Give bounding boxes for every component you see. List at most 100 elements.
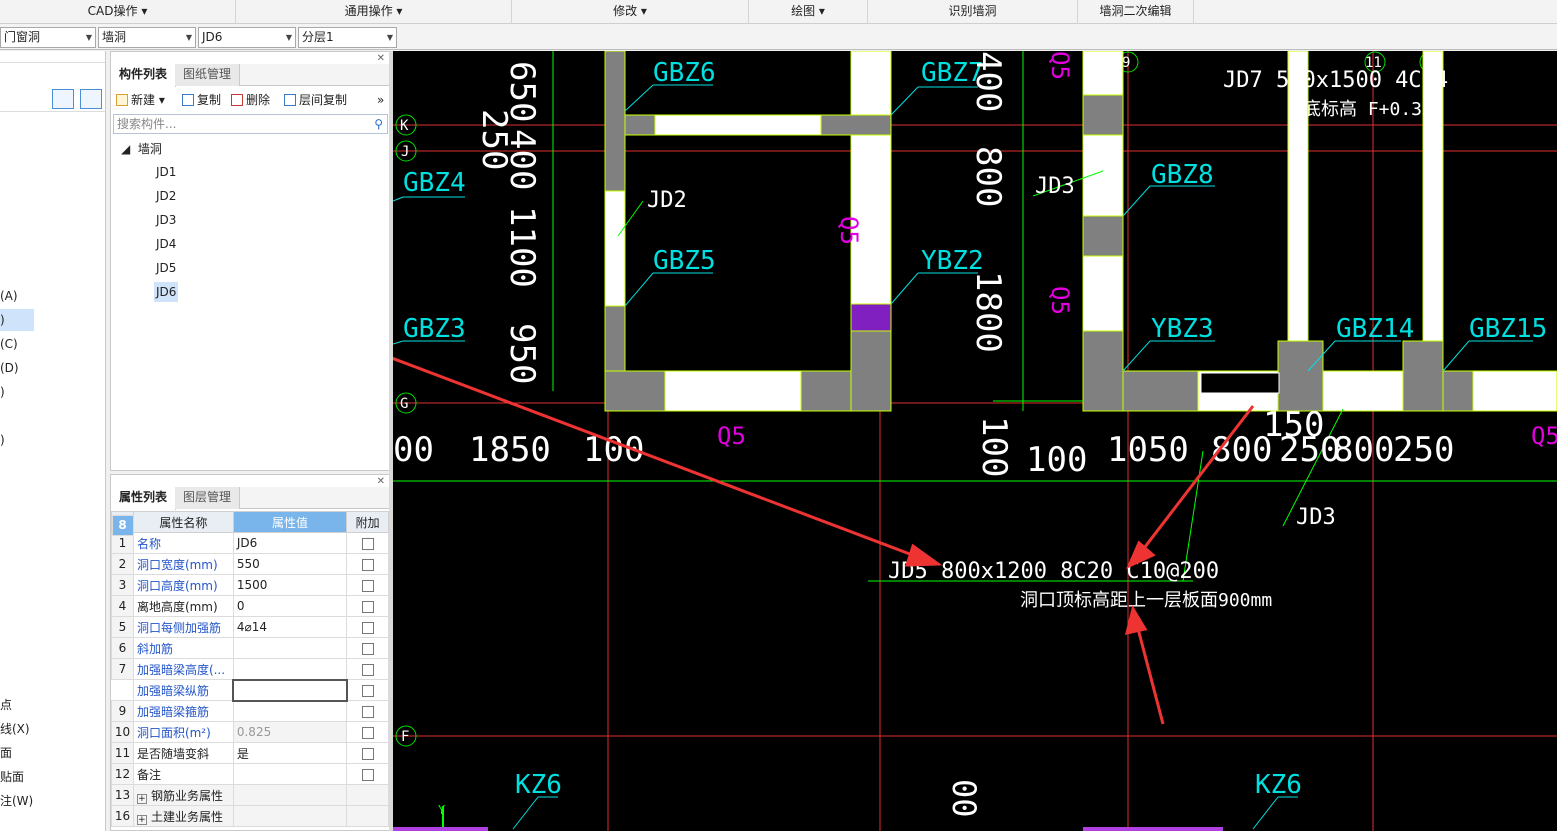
label-jd3: JD3 (1035, 174, 1075, 199)
property-value[interactable] (232, 658, 348, 680)
tree-root-wall-hole[interactable]: ◢ 墙洞 (121, 140, 162, 157)
extra-checkbox[interactable] (361, 705, 374, 718)
component-select[interactable]: JD6 ▼ (198, 27, 296, 48)
extra-checkbox[interactable] (361, 621, 374, 634)
tab-property-list[interactable]: 属性列表 (111, 487, 177, 510)
property-value[interactable]: 0 (232, 595, 348, 617)
axis-label-j: J (401, 144, 409, 160)
nav-item[interactable]: 贴面 (0, 768, 24, 785)
search-input[interactable]: 搜索构件... ⚲ (113, 114, 388, 134)
property-value[interactable]: 4⌀14 (232, 616, 348, 638)
nav-item[interactable]: (D) (0, 361, 19, 375)
nav-item[interactable]: 注(W) (0, 792, 33, 809)
property-row[interactable]: 3 洞口高度(mm) 1500 (111, 574, 389, 596)
nav-item[interactable]: 面 (0, 744, 12, 761)
tab-component-list[interactable]: 构件列表 (111, 64, 177, 87)
extra-checkbox[interactable] (361, 558, 374, 571)
nav-item[interactable]: (C) (0, 337, 18, 351)
property-value[interactable] (232, 637, 348, 659)
extra-checkbox[interactable] (361, 768, 374, 781)
extra-checkbox[interactable] (361, 747, 374, 760)
extra-checkbox[interactable] (361, 579, 374, 592)
property-value[interactable]: 0.825 (232, 721, 348, 743)
property-value[interactable]: JD6 (232, 532, 348, 554)
property-name: 洞口高度(mm) (132, 574, 234, 596)
nav-item-selected[interactable]: ) (0, 309, 34, 331)
menu-hole-edit[interactable]: 墙洞二次编辑 (1078, 0, 1194, 24)
property-row[interactable]: 11 是否随墙变斜是 (111, 742, 389, 764)
property-extra (346, 805, 389, 827)
expand-icon[interactable]: + (136, 814, 147, 825)
tree-item-jd6[interactable]: JD6 (154, 282, 179, 302)
search-icon[interactable]: ⚲ (374, 115, 383, 133)
nav-item[interactable]: ) (0, 433, 5, 447)
list-view-icon[interactable] (52, 89, 74, 109)
property-row[interactable]: 16 + 土建业务属性 (111, 805, 389, 827)
property-row[interactable]: 9 加强暗梁箍筋 (111, 700, 389, 722)
tab-drawing-manage[interactable]: 图纸管理 (175, 64, 241, 86)
tree-item-jd1[interactable]: JD1 (154, 162, 178, 182)
property-row[interactable]: 2 洞口宽度(mm) 550 (111, 553, 389, 575)
extra-checkbox[interactable] (361, 684, 374, 697)
menu-general-ops[interactable]: 通用操作 ▾ (236, 0, 512, 24)
expand-icon[interactable]: + (136, 793, 147, 804)
tree-item-jd2[interactable]: JD2 (154, 186, 178, 206)
extra-checkbox[interactable] (361, 600, 374, 613)
nav-item[interactable]: ) (0, 385, 5, 399)
type-select[interactable]: 门窗洞 ▼ (0, 27, 96, 48)
property-value[interactable] (232, 700, 348, 722)
tab-layer-manage[interactable]: 图层管理 (175, 487, 241, 509)
property-row[interactable]: 8 加强暗梁纵筋 (111, 514, 389, 702)
label-jd7: JD7 550x1500 4C14 (1223, 68, 1448, 93)
extra-checkbox[interactable] (361, 537, 374, 550)
leader-gbz4 (393, 196, 404, 202)
nav-item[interactable]: 线(X) (0, 720, 30, 737)
property-row-number: 6 (111, 637, 134, 659)
nav-item[interactable]: 点 (0, 696, 12, 713)
delete-button[interactable]: 删除 (231, 91, 270, 109)
property-row[interactable]: 1 名称 JD6 (111, 532, 389, 554)
property-extra (346, 637, 389, 659)
tree-item-jd4[interactable]: JD4 (154, 234, 178, 254)
cad-canvas[interactable]: K J G F 9 11 GBZ6 GBZ7 GBZ4 GBZ5 YBZ2 GB… (393, 51, 1557, 831)
menu-draw[interactable]: 绘图 ▾ (749, 0, 868, 24)
property-extra (346, 574, 389, 596)
property-row[interactable]: 4 离地高度(mm) 0 (111, 595, 389, 617)
more-icon[interactable]: » (377, 91, 384, 109)
floor-copy-button[interactable]: 层间复制 (284, 91, 347, 109)
property-row[interactable]: 13 + 钢筋业务属性 (111, 784, 389, 806)
new-icon (116, 94, 128, 106)
close-icon[interactable]: ✕ (377, 476, 385, 487)
property-extra (346, 700, 389, 722)
extra-checkbox[interactable] (361, 663, 374, 676)
menu-modify[interactable]: 修改 ▾ (512, 0, 749, 24)
property-row[interactable]: 7 加强暗梁高度(... (111, 658, 389, 680)
property-row[interactable]: 6 斜加筋 (111, 637, 389, 659)
extra-checkbox[interactable] (361, 642, 374, 655)
property-extra (346, 595, 389, 617)
subtype-select[interactable]: 墙洞 ▼ (98, 27, 196, 48)
property-value[interactable]: 550 (232, 553, 348, 575)
detail-view-icon[interactable] (80, 89, 102, 109)
copy-button[interactable]: 复制 (182, 91, 221, 109)
property-row-number: 2 (111, 553, 134, 575)
label-gbz8: GBZ8 (1151, 160, 1214, 190)
property-value[interactable] (232, 763, 348, 785)
tree-item-jd3[interactable]: JD3 (154, 210, 178, 230)
menu-recognize-hole[interactable]: 识别墙洞 (868, 0, 1078, 24)
property-value[interactable]: 是 (232, 742, 348, 764)
property-row[interactable]: 12 备注 (111, 763, 389, 785)
property-value[interactable] (232, 678, 348, 702)
leader-gbz15 (1442, 340, 1470, 372)
property-value[interactable]: 1500 (232, 574, 348, 596)
extra-checkbox[interactable] (361, 726, 374, 739)
layer-select[interactable]: 分层1 ▼ (298, 27, 397, 48)
new-button[interactable]: 新建 ▾ (116, 91, 165, 109)
close-icon[interactable]: ✕ (377, 53, 385, 64)
property-row[interactable]: 10 洞口面积(m²) 0.825 (111, 721, 389, 743)
menu-cad-ops[interactable]: CAD操作 ▾ (0, 0, 236, 24)
property-row[interactable]: 5 洞口每侧加强筋 4⌀14 (111, 616, 389, 638)
leader-gbz5 (624, 272, 654, 307)
nav-item[interactable]: (A) (0, 289, 18, 303)
tree-item-jd5[interactable]: JD5 (154, 258, 178, 278)
